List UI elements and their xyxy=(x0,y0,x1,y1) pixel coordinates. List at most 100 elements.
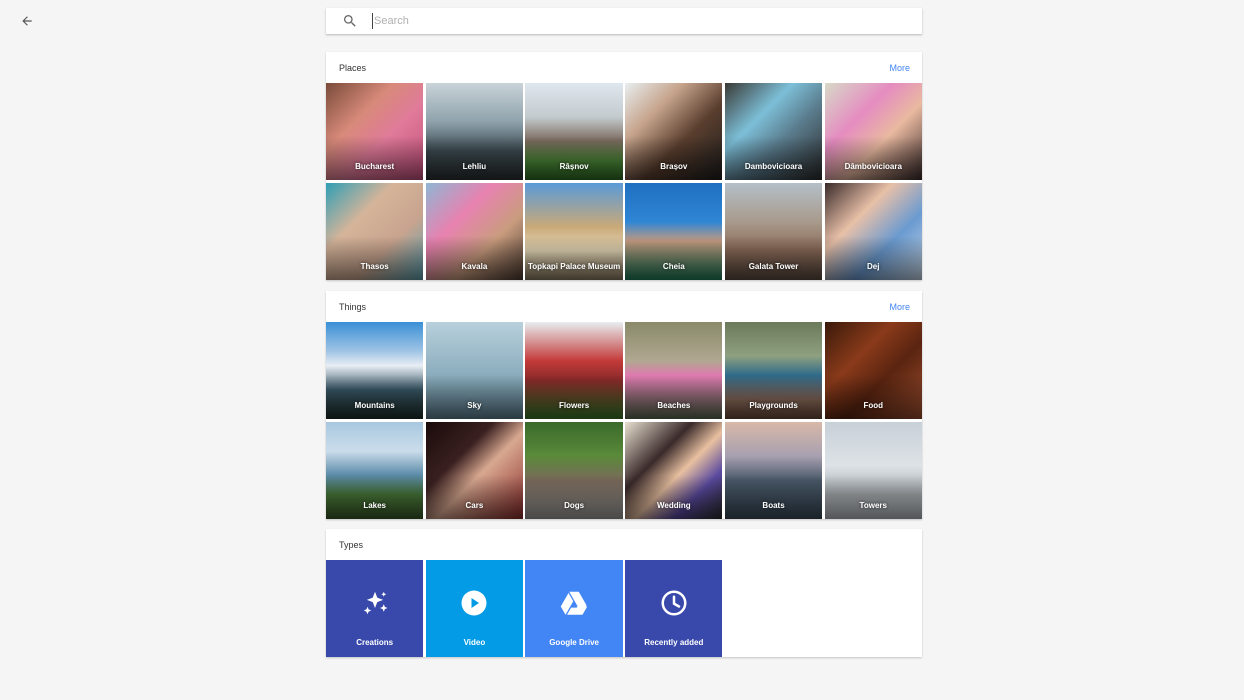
tile-shade xyxy=(824,136,922,180)
tile-shade xyxy=(724,475,823,519)
places-grid: Bucharest Lehliu Râșnov Brașov Dambovicioara… xyxy=(326,83,922,280)
place-tile-bucharest[interactable]: Bucharest xyxy=(326,83,424,180)
place-tile-d-mbovicioara[interactable]: Dâmbovicioara xyxy=(824,83,922,180)
tile-label: Cheia xyxy=(662,262,685,271)
tile-label: Kavala xyxy=(461,262,488,271)
tile-shade xyxy=(326,475,424,519)
tile-label: Cars xyxy=(465,501,484,510)
tile-shade xyxy=(525,475,623,519)
tile-shade xyxy=(525,136,623,180)
tile-label: Galata Tower xyxy=(748,262,799,271)
tile-label: Mountains xyxy=(354,401,395,410)
thing-tile-food[interactable]: Food xyxy=(824,322,922,419)
tile-label: Food xyxy=(863,401,884,410)
place-tile-lehliu[interactable]: Lehliu xyxy=(425,83,524,180)
tile-label: Playgrounds xyxy=(749,401,798,410)
section-title: Places xyxy=(339,62,367,73)
places-more-link[interactable]: More xyxy=(889,63,910,73)
things-section: Things More Mountains Sky Flowers Beaches Pl… xyxy=(326,291,922,519)
tile-label: Boats xyxy=(762,501,785,510)
tile-shade xyxy=(824,236,922,280)
tile-shade xyxy=(824,475,922,519)
type-tile-video[interactable]: Video xyxy=(425,560,524,657)
place-tile-bra-ov[interactable]: Brașov xyxy=(625,83,723,180)
back-button[interactable] xyxy=(14,10,40,32)
google-drive-icon xyxy=(560,591,588,615)
tile-shade xyxy=(425,136,524,180)
tile-shade xyxy=(425,475,524,519)
thing-tile-beaches[interactable]: Beaches xyxy=(625,322,723,419)
tile-label: Flowers xyxy=(558,401,590,410)
thing-tile-mountains[interactable]: Mountains xyxy=(326,322,424,419)
tile-shade xyxy=(326,136,424,180)
place-tile-thasos[interactable]: Thasos xyxy=(326,183,424,280)
tile-shade xyxy=(525,236,623,280)
type-label: Recently added xyxy=(644,638,704,647)
place-tile-galata-tower[interactable]: Galata Tower xyxy=(724,183,823,280)
tile-label: Towers xyxy=(859,501,887,510)
tile-shade xyxy=(724,236,823,280)
tile-shade xyxy=(724,375,823,419)
tile-label: Lakes xyxy=(363,501,386,510)
creations-sparkle-icon xyxy=(363,591,388,615)
types-grid: Creations Video Google Drive Recently added xyxy=(326,560,922,657)
clock-icon xyxy=(661,590,687,616)
tile-label: Râșnov xyxy=(559,162,589,171)
tile-shade xyxy=(625,375,723,419)
tile-label: Sky xyxy=(467,401,482,410)
thing-tile-sky[interactable]: Sky xyxy=(425,322,524,419)
thing-tile-lakes[interactable]: Lakes xyxy=(326,422,424,519)
tile-shade xyxy=(525,375,623,419)
tile-shade xyxy=(326,236,424,280)
place-tile-r-nov[interactable]: Râșnov xyxy=(525,83,623,180)
type-label: Creations xyxy=(356,638,394,647)
search-bar xyxy=(326,8,922,34)
play-circle-icon xyxy=(461,590,487,616)
thing-tile-dogs[interactable]: Dogs xyxy=(525,422,623,519)
type-tile-recently-added[interactable]: Recently added xyxy=(625,560,723,657)
types-section: Types Creations Video Google Drive Recently… xyxy=(326,529,922,657)
tile-label: Thasos xyxy=(360,262,389,271)
place-tile-kavala[interactable]: Kavala xyxy=(425,183,524,280)
tile-shade xyxy=(625,475,723,519)
section-title: Things xyxy=(339,301,367,312)
place-tile-cheia[interactable]: Cheia xyxy=(625,183,723,280)
tile-shade xyxy=(824,375,922,419)
tile-shade xyxy=(625,136,723,180)
tile-shade xyxy=(326,375,424,419)
tile-label: Bucharest xyxy=(355,162,395,171)
type-label: Google Drive xyxy=(549,638,599,647)
thing-tile-cars[interactable]: Cars xyxy=(425,422,524,519)
things-more-link[interactable]: More xyxy=(889,302,910,312)
tile-shade xyxy=(425,236,524,280)
tile-label: Dâmbovicioara xyxy=(844,162,902,171)
arrow-back-icon xyxy=(22,16,32,26)
search-input[interactable] xyxy=(372,13,922,29)
tile-label: Lehliu xyxy=(462,162,487,171)
tile-label: Dej xyxy=(867,262,880,271)
section-title: Types xyxy=(339,539,364,550)
thing-tile-flowers[interactable]: Flowers xyxy=(525,322,623,419)
tile-label: Wedding xyxy=(657,501,691,510)
tile-label: Beaches xyxy=(657,401,691,410)
type-tile-google-drive[interactable]: Google Drive xyxy=(525,560,623,657)
thing-tile-towers[interactable]: Towers xyxy=(824,422,922,519)
type-tile-creations[interactable]: Creations xyxy=(326,560,424,657)
thing-tile-wedding[interactable]: Wedding xyxy=(625,422,723,519)
type-label: Video xyxy=(463,638,486,647)
search-icon xyxy=(344,15,356,27)
tile-shade xyxy=(425,375,524,419)
place-tile-dambovicioara[interactable]: Dambovicioara xyxy=(724,83,823,180)
tile-label: Brașov xyxy=(660,162,688,171)
things-grid: Mountains Sky Flowers Beaches Playgrounds Foo… xyxy=(326,322,922,519)
thing-tile-playgrounds[interactable]: Playgrounds xyxy=(724,322,823,419)
place-tile-dej[interactable]: Dej xyxy=(824,183,922,280)
tile-label: Dambovicioara xyxy=(744,162,803,171)
tile-label: Dogs xyxy=(564,501,585,510)
tile-shade xyxy=(625,236,723,280)
places-section: Places More Bucharest Lehliu Râșnov Brașov D… xyxy=(326,52,922,280)
place-tile-topkapi-palace-museum[interactable]: Topkapi Palace Museum xyxy=(525,183,623,280)
tile-shade xyxy=(724,136,823,180)
thing-tile-boats[interactable]: Boats xyxy=(724,422,823,519)
tile-label: Topkapi Palace Museum xyxy=(527,262,621,271)
